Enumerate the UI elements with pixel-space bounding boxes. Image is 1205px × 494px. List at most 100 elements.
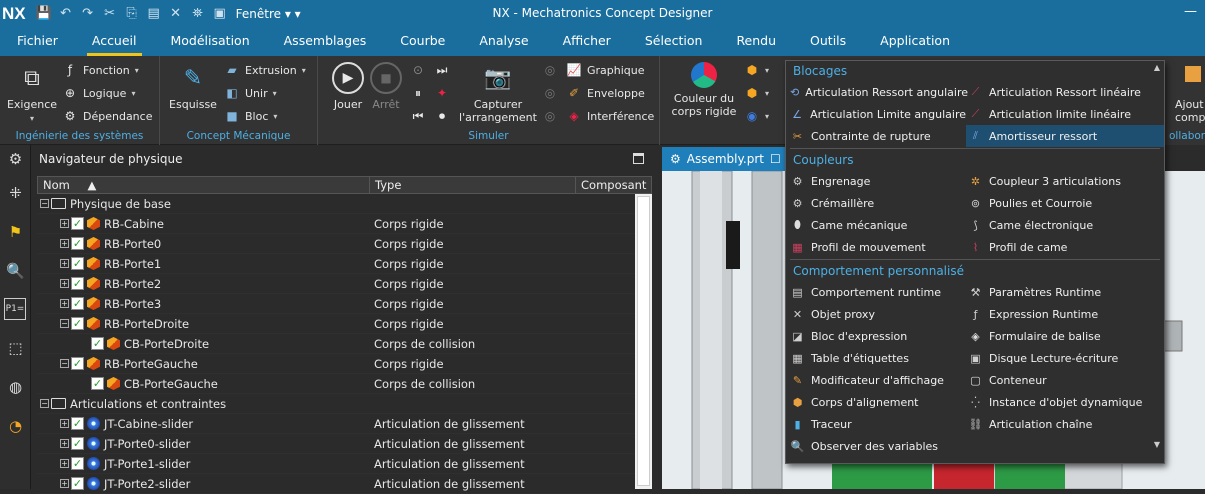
table-row[interactable]: + ✓ RB-Porte1 Corps rigide (37, 254, 652, 274)
visibility-checkbox[interactable]: ✓ (91, 337, 104, 350)
visibility-checkbox[interactable]: ✓ (71, 237, 84, 250)
dependency-button[interactable]: ⚙ Dépendance (62, 106, 153, 126)
search-icon[interactable]: 🔍 (0, 251, 31, 290)
table-row[interactable]: − ✓ RB-PorteDroite Corps rigide (37, 314, 652, 334)
collision-icon[interactable]: ⬢ ▾ (744, 83, 769, 103)
snapshot-icon[interactable]: ✦ (434, 83, 450, 103)
column-type[interactable]: Type (370, 177, 576, 193)
table-row[interactable]: + ✓ JT-Porte2-slider Articulation de glisse… (37, 474, 652, 494)
paste-icon[interactable]: ▤ (144, 6, 164, 21)
table-row[interactable]: ✓ CB-PorteGauche Corps de collision (37, 374, 652, 394)
navigator-scrollbar[interactable] (635, 194, 652, 489)
gallery-item[interactable]: ⊚ Poulies et Courroie (966, 192, 1164, 214)
gallery-item[interactable]: ⚒ Paramètres Runtime (966, 281, 1164, 303)
gallery-item[interactable]: ✕ Objet proxy (788, 303, 966, 325)
expand-icon[interactable]: + (60, 299, 69, 308)
part-icon[interactable]: ⬚ (0, 328, 31, 367)
table-row[interactable]: + ✓ RB-Porte3 Corps rigide (37, 294, 652, 314)
reset-icon[interactable]: ⏮ (410, 106, 426, 126)
clock-icon[interactable]: ◔ (0, 406, 31, 445)
gallery-item[interactable]: ▤ Comportement runtime (788, 281, 966, 303)
rigid-body-color-button[interactable]: Couleur du corps rigide (670, 62, 738, 118)
expand-icon[interactable]: + (60, 479, 69, 488)
step-icon[interactable]: ⊙ (410, 60, 426, 80)
visibility-checkbox[interactable]: ✓ (71, 477, 84, 490)
visibility-checkbox[interactable]: ✓ (71, 417, 84, 430)
menu-fichier[interactable]: Fichier (0, 33, 75, 56)
window-menu[interactable]: Fenêtre ▾ ▾ (236, 7, 301, 21)
block-button[interactable]: ■ Bloc ▾ (224, 106, 277, 126)
gallery-item[interactable]: ✂ Contrainte de rupture (788, 125, 966, 147)
delete-icon[interactable]: ✕ (166, 6, 186, 21)
gallery-item[interactable]: ▢ Conteneur (966, 369, 1164, 391)
forward-icon[interactable]: ⏭ (434, 60, 450, 80)
gallery-item[interactable]: ▦ Table d'étiquettes (788, 347, 966, 369)
menu-assemblages[interactable]: Assemblages (267, 33, 384, 56)
menu-modelisation[interactable]: Modélisation (154, 33, 267, 56)
graph-button[interactable]: 📈 Graphique (566, 60, 645, 80)
table-row[interactable]: + ✓ RB-Porte2 Corps rigide (37, 274, 652, 294)
visibility-checkbox[interactable]: ✓ (71, 297, 84, 310)
gallery-item[interactable]: ⬮ Came mécanique (788, 214, 966, 236)
menu-accueil[interactable]: Accueil (75, 33, 154, 56)
play-button[interactable]: ▶ Jouer (328, 62, 368, 111)
gallery-item[interactable]: ▮ Traceur (788, 413, 966, 435)
gallery-item[interactable]: ⟆ Came électronique (966, 214, 1164, 236)
physics-navigator-icon[interactable]: ⚑ (0, 212, 31, 251)
undo-icon[interactable]: ↶ (56, 6, 76, 21)
collapse-icon[interactable]: − (40, 199, 49, 208)
copy-icon[interactable]: ⎘ (122, 6, 142, 21)
visibility-checkbox[interactable]: ✓ (91, 377, 104, 390)
collapse-icon[interactable]: − (60, 359, 69, 368)
tab-assembly[interactable]: ⚙ Assembly.prt ☐ (662, 147, 786, 171)
column-name[interactable]: Nom ▲ (38, 177, 370, 193)
rigid-body-icon[interactable]: ⬢ ▾ (744, 60, 769, 80)
table-row[interactable]: + ✓ JT-Porte0-slider Articulation de glisse… (37, 434, 652, 454)
touch-mode-icon[interactable]: ⛯ (188, 6, 208, 21)
visibility-checkbox[interactable]: ✓ (71, 357, 84, 370)
envelope-button[interactable]: ✐ Enveloppe (566, 83, 645, 103)
parameters-icon[interactable]: P1= (4, 298, 26, 320)
record-icon[interactable]: ⏺ (434, 106, 450, 126)
requirement-button[interactable]: ⧉ Exigence ▾ (6, 62, 58, 125)
redo-icon[interactable]: ↷ (78, 6, 98, 21)
menu-application[interactable]: Application (863, 33, 967, 56)
collapse-icon[interactable]: − (40, 399, 49, 408)
gallery-item[interactable]: ⚙ Engrenage (788, 170, 966, 192)
scroll-down-icon[interactable]: ▼ (1154, 440, 1160, 449)
expand-icon[interactable]: + (60, 439, 69, 448)
gallery-item[interactable]: ⁛ Instance d'objet dynamique (966, 391, 1164, 413)
visibility-checkbox[interactable]: ✓ (71, 277, 84, 290)
menu-outils[interactable]: Outils (793, 33, 863, 56)
gallery-item[interactable]: ⌇ Profil de came (966, 236, 1164, 258)
gallery-item[interactable]: ✎ Modificateur d'affichage (788, 369, 966, 391)
gallery-item[interactable]: ⫽ Amortisseur ressort (966, 125, 1164, 147)
gallery-item[interactable]: ∠ Articulation Limite angulaire (788, 103, 966, 125)
scrollbar-thumb[interactable] (637, 196, 650, 486)
capture-arrangement-button[interactable]: 📷 Capturer l'arrangement (458, 62, 538, 124)
function-button[interactable]: ƒ Fonction ▾ (62, 60, 139, 80)
table-row[interactable]: − Physique de base (37, 194, 652, 214)
visibility-checkbox[interactable]: ✓ (71, 217, 84, 230)
expand-icon[interactable]: + (60, 279, 69, 288)
expand-icon[interactable]: + (60, 419, 69, 428)
tab-menu-icon[interactable]: ☐ (770, 152, 781, 166)
gallery-item[interactable]: ƒ Expression Runtime (966, 303, 1164, 325)
cut-icon[interactable]: ✂ (100, 6, 120, 21)
table-row[interactable]: + ✓ RB-Porte0 Corps rigide (37, 234, 652, 254)
gallery-item[interactable]: ▣ Disque Lecture-écriture (966, 347, 1164, 369)
circle-icon-3[interactable]: ◎ (542, 106, 558, 126)
gallery-item[interactable]: ⟋ Articulation Ressort linéaire (966, 81, 1164, 103)
network-icon[interactable]: ⁜ (0, 173, 31, 212)
visibility-checkbox[interactable]: ✓ (71, 257, 84, 270)
gallery-item[interactable]: ✲ Coupleur 3 articulations (966, 170, 1164, 192)
sketch-button[interactable]: ✎ Esquisse (168, 62, 218, 111)
gallery-item[interactable]: 🔍 Observer des variables (788, 435, 966, 457)
camera-tool-icon[interactable]: ◍ (0, 367, 31, 406)
menu-rendu[interactable]: Rendu (719, 33, 793, 56)
gallery-item[interactable]: ⬢ Corps d'alignement (788, 391, 966, 413)
visibility-checkbox[interactable]: ✓ (71, 457, 84, 470)
table-row[interactable]: − Articulations et contraintes (37, 394, 652, 414)
save-icon[interactable]: 💾 (34, 6, 54, 21)
circle-icon-2[interactable]: ◎ (542, 83, 558, 103)
